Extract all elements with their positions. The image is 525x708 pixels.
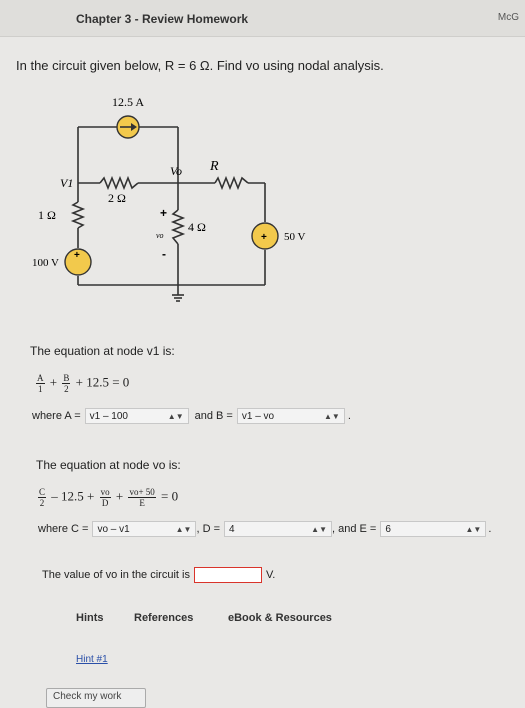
vo-plus-sign: + xyxy=(160,206,167,220)
tab-references[interactable]: References xyxy=(134,612,193,624)
vo-minus-sign: - xyxy=(162,247,166,261)
eq1-expression: A1 + B2 + 12.5 = 0 xyxy=(36,373,130,394)
c-select[interactable]: vo – v1 ▲▼ xyxy=(92,521,197,537)
d-select[interactable]: 4 ▲▼ xyxy=(224,521,332,537)
select-arrow-icon: ▲▼ xyxy=(175,524,192,534)
select-arrow-icon: ▲▼ xyxy=(167,411,184,421)
eq1-frac-a: A1 xyxy=(36,373,45,394)
eq2-where-row: where C = vo – v1 ▲▼ , D = 4 ▲▼ , and E = … xyxy=(38,521,492,537)
check-my-work-button[interactable]: Check my work xyxy=(46,688,146,708)
tab-ebook[interactable]: eBook & Resources xyxy=(228,612,332,624)
vo-label: Vo xyxy=(170,164,182,178)
r1-label: 1 Ω xyxy=(38,208,56,222)
a-select[interactable]: v1 – 100 ▲▼ xyxy=(84,408,189,424)
current-source-label: 12.5 A xyxy=(112,95,144,109)
v1-label: V1 xyxy=(60,176,73,190)
eq2-frac-e: vo+ 50 E xyxy=(128,487,156,508)
select-arrow-icon: ▲▼ xyxy=(465,524,482,534)
source-50v-label: 50 V xyxy=(284,231,306,243)
eq2-frac-c: C2 xyxy=(38,487,47,508)
brand-logo: McG xyxy=(497,12,519,23)
question-text: In the circuit given below, R = 6 Ω. Fin… xyxy=(16,58,384,73)
circuit-diagram: 12.5 A V1 Vo R 2 Ω 1 Ω 4 Ω 100 V 50 V + … xyxy=(32,95,306,302)
vo-small-label: vo xyxy=(156,231,164,240)
vo-answer-input[interactable] xyxy=(193,567,262,583)
src50-plus-sign: + xyxy=(261,232,267,243)
eq1-frac-b: B2 xyxy=(62,373,71,394)
e-select[interactable]: 6 ▲▼ xyxy=(380,521,487,537)
r4-label: 4 Ω xyxy=(188,220,206,234)
eq2-frac-d: vo D xyxy=(99,487,111,508)
r-label: R xyxy=(209,159,219,174)
eq1-title: The equation at node v1 is: xyxy=(30,344,175,358)
select-arrow-icon: ▲▼ xyxy=(324,411,340,421)
src100-plus-sign: + xyxy=(74,250,80,261)
eq2-expression: C2 – 12.5 + vo D + vo+ 50 E = 0 xyxy=(38,487,179,508)
page-title: Chapter 3 - Review Homework xyxy=(76,12,249,26)
source-100v-label: 100 V xyxy=(32,257,59,269)
select-arrow-icon: ▲▼ xyxy=(311,524,327,534)
answer-row: The value of vo in the circuit is V. xyxy=(42,567,276,583)
eq2-title: The equation at node vo is: xyxy=(36,458,181,472)
eq1-where-row: where A = v1 – 100 ▲▼ and B = v1 – vo ▲▼ . xyxy=(32,408,351,424)
r2-label: 2 Ω xyxy=(108,191,126,205)
hint-1-link[interactable]: Hint #1 xyxy=(76,654,108,665)
tab-hints[interactable]: Hints xyxy=(76,612,104,624)
header-bar: Chapter 3 - Review Homework McG xyxy=(0,0,525,37)
b-select[interactable]: v1 – vo ▲▼ xyxy=(236,408,345,424)
